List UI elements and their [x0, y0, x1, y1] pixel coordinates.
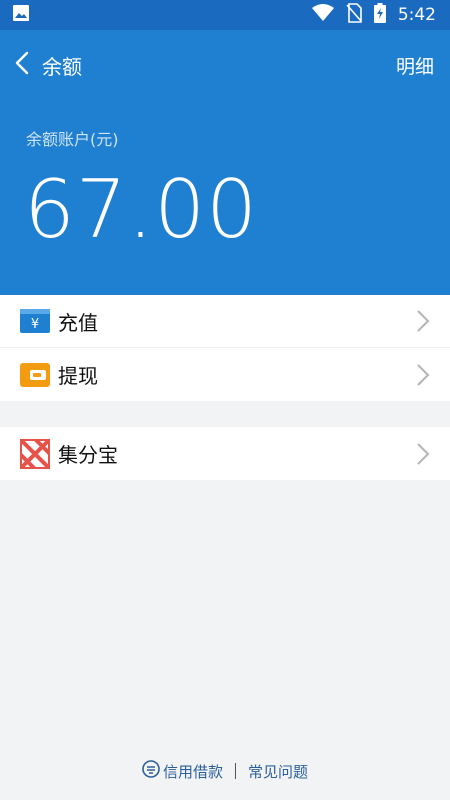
balance-label: 余额账户(元)	[26, 130, 119, 149]
back-icon[interactable]	[14, 51, 30, 79]
balance-header: 余额 明细 余额账户(元) 67.00	[0, 30, 450, 295]
jifenbao-label: 集分宝	[58, 443, 118, 467]
withdraw-row[interactable]: 提现	[0, 348, 450, 401]
faq-link[interactable]: 常见问题	[248, 761, 308, 782]
nav-bar: 余额 明细	[0, 30, 450, 100]
battery-charging-icon	[373, 2, 386, 28]
wifi-icon	[311, 3, 334, 27]
credit-loan-link[interactable]: 信用借款	[142, 760, 223, 782]
credit-loan-label: 信用借款	[162, 762, 223, 781]
status-bar: 5:42	[0, 0, 450, 30]
svg-text:¥: ¥	[31, 317, 39, 332]
footer-links: 信用借款 常见问题	[0, 760, 450, 782]
jifenbao-icon	[20, 438, 50, 469]
balance-amount: 67.00	[24, 163, 259, 256]
chevron-right-icon	[416, 309, 430, 333]
chevron-right-icon	[416, 363, 430, 387]
footer-divider	[235, 763, 236, 779]
image-icon	[12, 4, 30, 27]
balance-actions-list: ¥ 充值 提现	[0, 295, 450, 401]
credit-loan-icon	[142, 760, 160, 782]
jifenbao-row[interactable]: 集分宝	[0, 427, 450, 480]
withdraw-label: 提现	[58, 364, 98, 388]
chevron-right-icon	[416, 442, 430, 466]
detail-button[interactable]: 明细	[396, 52, 434, 79]
extra-list: 集分宝	[0, 427, 450, 480]
recharge-icon: ¥	[20, 308, 50, 334]
no-sim-icon	[346, 2, 362, 28]
recharge-label: 充值	[58, 310, 98, 335]
recharge-row[interactable]: ¥ 充值	[0, 295, 450, 348]
status-time: 5:42	[397, 5, 436, 25]
page-title: 余额	[42, 54, 82, 79]
withdraw-wallet-icon	[20, 362, 50, 388]
